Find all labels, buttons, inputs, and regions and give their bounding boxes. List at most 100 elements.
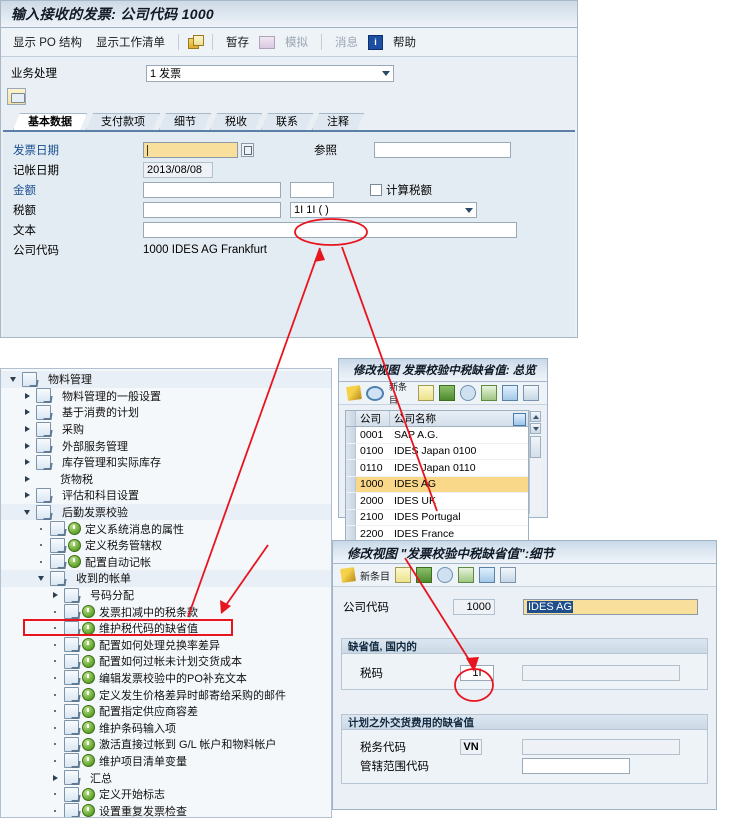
- save-icon[interactable]: [439, 385, 455, 401]
- tab-payment[interactable]: 支付款项: [86, 113, 160, 130]
- execute-activity-icon[interactable]: [68, 538, 81, 552]
- execute-activity-icon[interactable]: [82, 621, 95, 635]
- copy-icon[interactable]: [418, 385, 434, 401]
- table-settings-icon[interactable]: [513, 412, 526, 426]
- chevron-right-icon[interactable]: [21, 459, 33, 466]
- chevron-right-icon[interactable]: [21, 409, 33, 416]
- grid1-icon[interactable]: [481, 385, 497, 401]
- save-as-icon[interactable]: [458, 567, 474, 583]
- tree-item[interactable]: 货物税: [1, 471, 331, 488]
- scroll-thumb[interactable]: [530, 436, 541, 458]
- domestic-tax-code-input[interactable]: 1I: [460, 664, 494, 681]
- tab-contacts[interactable]: 联系: [261, 113, 313, 130]
- tax-amount-input[interactable]: [143, 202, 281, 218]
- tree-item-selected[interactable]: 维护税代码的缺省值: [1, 618, 331, 637]
- chevron-right-icon[interactable]: [21, 492, 33, 499]
- save-icon-detail[interactable]: [416, 567, 432, 583]
- tab-basic-data[interactable]: 基本数据: [13, 113, 87, 130]
- text-input[interactable]: [143, 222, 517, 238]
- tree-item[interactable]: 外部服务管理: [1, 437, 331, 454]
- currency-input[interactable]: [290, 182, 334, 198]
- execute-activity-icon[interactable]: [82, 704, 95, 718]
- copy-structure-icon[interactable]: [188, 35, 205, 49]
- row-select-cell[interactable]: [346, 460, 356, 476]
- execute-activity-icon[interactable]: [82, 638, 95, 652]
- table-row[interactable]: 2100 IDES Portugal: [346, 509, 528, 526]
- tree-item[interactable]: 配置如何处理兑换率差异: [1, 637, 331, 654]
- undo-icon-detail[interactable]: [437, 567, 453, 583]
- tab-notes[interactable]: 注释: [312, 113, 364, 130]
- undo-icon[interactable]: [460, 385, 476, 401]
- new-entries-button-detail[interactable]: 新条目: [360, 568, 390, 583]
- tab-details[interactable]: 细节: [159, 113, 211, 130]
- help-button[interactable]: 帮助: [389, 32, 420, 52]
- pencil-icon-detail[interactable]: [340, 567, 356, 583]
- chevron-down-icon[interactable]: [35, 575, 47, 581]
- grid-icon-detail[interactable]: [500, 567, 516, 583]
- row-select-cell[interactable]: [346, 443, 356, 459]
- posting-date-input[interactable]: 2013/08/08: [143, 162, 213, 178]
- magnifier-icon[interactable]: [366, 385, 384, 401]
- tree-item[interactable]: 设置重复发票检查: [1, 802, 331, 817]
- tax-code-select[interactable]: 1I 1I ( ): [290, 202, 477, 218]
- execute-activity-icon[interactable]: [82, 804, 95, 817]
- tree-item[interactable]: 发票扣减中的税条款: [1, 603, 331, 620]
- calculate-tax-checkbox[interactable]: [370, 184, 382, 196]
- execute-activity-icon[interactable]: [68, 522, 81, 536]
- chevron-down-icon[interactable]: [7, 376, 19, 382]
- execute-activity-icon[interactable]: [68, 555, 81, 569]
- tree-item[interactable]: 库存管理和实际库存: [1, 454, 331, 471]
- column-company-code[interactable]: 公司: [356, 411, 390, 426]
- grid2-icon[interactable]: [502, 385, 518, 401]
- row-select-cell[interactable]: [346, 509, 356, 525]
- tree-item[interactable]: 物料管理: [1, 371, 331, 388]
- execute-activity-icon[interactable]: [82, 754, 95, 768]
- help-info-icon[interactable]: i: [368, 34, 384, 50]
- chevron-right-icon[interactable]: [21, 442, 33, 449]
- chevron-down-icon[interactable]: [382, 70, 390, 76]
- execute-activity-icon[interactable]: [82, 721, 95, 735]
- table-row[interactable]: 0001 SAP A.G.: [346, 427, 528, 444]
- row-select-cell[interactable]: [346, 493, 356, 509]
- tree-item[interactable]: 配置如何过帐未计划交货成本: [1, 653, 331, 670]
- tree-item[interactable]: 配置自动记帐: [1, 554, 331, 571]
- overview-scrollbar[interactable]: [529, 410, 541, 514]
- pencil-icon[interactable]: [346, 385, 362, 401]
- new-entries-button[interactable]: 新条目: [389, 380, 413, 406]
- execute-activity-icon[interactable]: [82, 787, 95, 801]
- table-row[interactable]: 0100 IDES Japan 0100: [346, 443, 528, 460]
- tree-item[interactable]: 配置指定供应商容差: [1, 703, 331, 720]
- column-company-name[interactable]: 公司名称: [390, 411, 513, 426]
- transaction-select[interactable]: 1 发票: [146, 64, 394, 82]
- tree-item[interactable]: 定义系统消息的属性: [1, 520, 331, 537]
- chevron-right-icon[interactable]: [21, 426, 33, 433]
- open-folder-button[interactable]: [7, 88, 26, 105]
- tree-item[interactable]: 编辑发票校验中的PO补充文本: [1, 670, 331, 687]
- scroll-up-button[interactable]: [530, 411, 541, 422]
- execute-activity-icon[interactable]: [82, 688, 95, 702]
- table-row[interactable]: 0110 IDES Japan 0110: [346, 460, 528, 477]
- detail-company-name-input[interactable]: IDES AG: [523, 598, 698, 615]
- unplanned-tax-code-input[interactable]: VN: [460, 738, 482, 755]
- reference-input[interactable]: [374, 142, 511, 158]
- copy-icon-detail[interactable]: [395, 567, 411, 583]
- show-worklist-button[interactable]: 显示工作清单: [92, 32, 169, 52]
- execute-activity-icon[interactable]: [82, 737, 95, 751]
- tree-item[interactable]: 收到的帐单: [1, 570, 331, 587]
- invoice-date-input[interactable]: [143, 142, 238, 158]
- tree-item[interactable]: 汇总: [1, 769, 331, 786]
- amount-input[interactable]: [143, 182, 281, 198]
- execute-activity-icon[interactable]: [82, 605, 95, 619]
- tree-item[interactable]: 物料管理的一般设置: [1, 388, 331, 405]
- row-select-cell[interactable]: [346, 427, 356, 443]
- table-row[interactable]: 1000 IDES AG: [346, 476, 528, 493]
- tree-item[interactable]: 定义发生价格差异时邮寄给采购的邮件: [1, 686, 331, 703]
- scroll-down-button[interactable]: [530, 423, 541, 434]
- tree-item[interactable]: 评估和科目设置: [1, 487, 331, 504]
- chevron-right-icon[interactable]: [21, 475, 33, 482]
- execute-activity-icon[interactable]: [82, 671, 95, 685]
- tree-item[interactable]: 维护条码输入项: [1, 719, 331, 736]
- park-button[interactable]: 暂存: [222, 32, 253, 52]
- tree-item[interactable]: 基于消费的计划: [1, 404, 331, 421]
- date-picker-icon[interactable]: [241, 143, 254, 157]
